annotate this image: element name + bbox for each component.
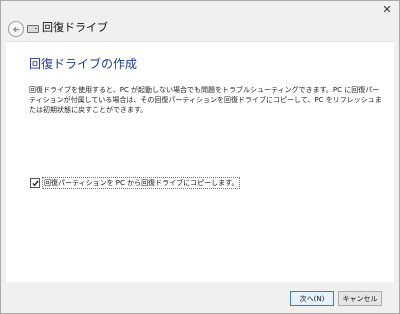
recovery-drive-window: 回復ドライブ ✕ 回復ドライブの作成 回復ドライブを使用すると、PC が起動しな… <box>0 0 400 314</box>
drive-icon <box>27 25 39 33</box>
copy-partition-option[interactable]: 回復パーティションを PC から回復ドライブにコピーします。 <box>30 177 241 189</box>
back-arrow-icon <box>12 26 19 32</box>
copy-partition-label[interactable]: 回復パーティションを PC から回復ドライブにコピーします。 <box>42 177 241 189</box>
description-text: 回復ドライブを使用すると、PC が起動しない場合でも問題をトラブルシューティング… <box>29 86 382 114</box>
close-button[interactable]: ✕ <box>377 2 397 16</box>
title-bar: 回復ドライブ ✕ <box>1 1 399 41</box>
cancel-button[interactable]: キャンセル <box>338 291 382 306</box>
checkmark-icon <box>31 179 39 186</box>
copy-partition-checkbox[interactable] <box>30 178 40 188</box>
footer-bar: 次へ(N) キャンセル <box>1 282 399 313</box>
back-button[interactable] <box>8 21 24 37</box>
page-title: 回復ドライブの作成 <box>29 57 138 71</box>
close-icon: ✕ <box>382 2 392 16</box>
window-title: 回復ドライブ <box>42 21 108 34</box>
next-button[interactable]: 次へ(N) <box>290 291 334 306</box>
main-content: 回復ドライブの作成 回復ドライブを使用すると、PC が起動しない場合でも問題をト… <box>6 41 394 282</box>
